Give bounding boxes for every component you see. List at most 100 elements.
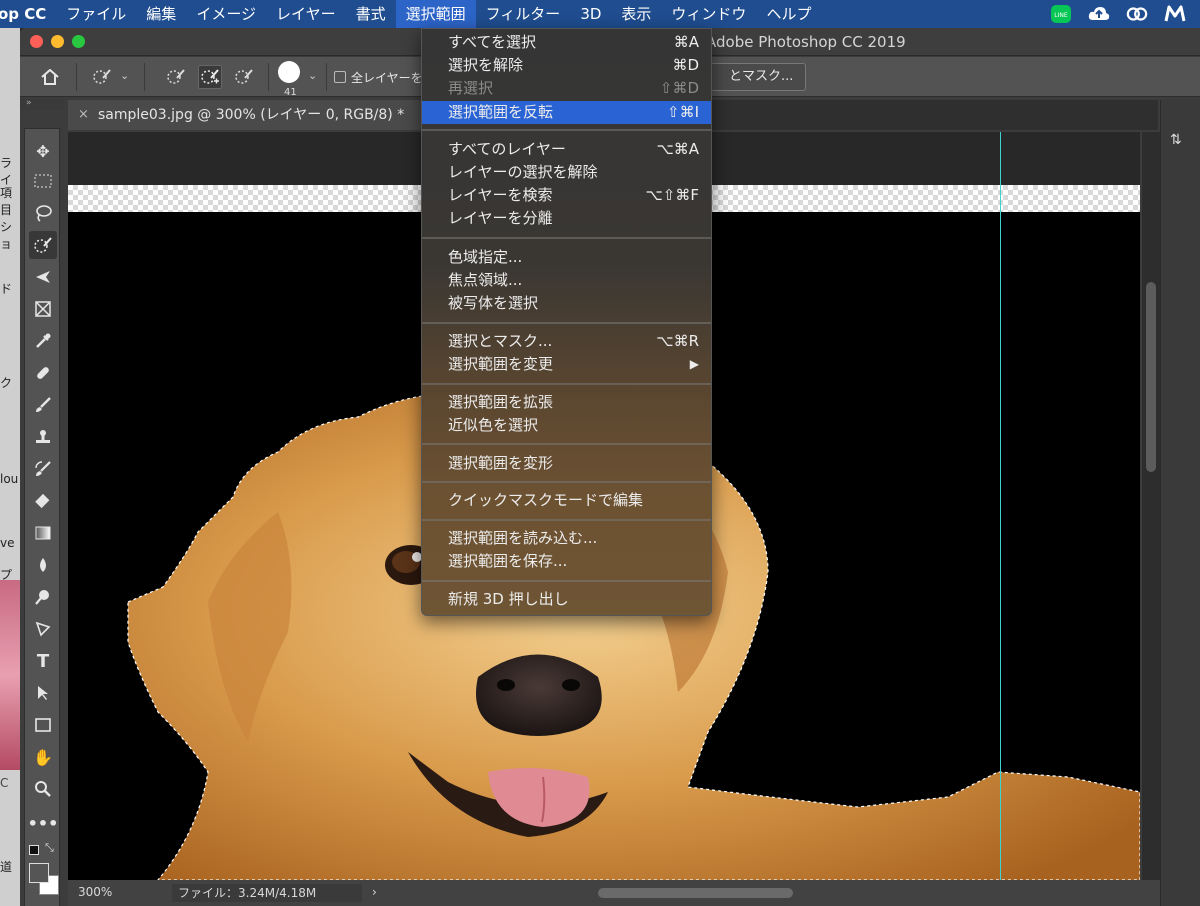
gradient-tool-icon[interactable] — [29, 519, 57, 547]
menu-view[interactable]: 表示 — [611, 0, 661, 28]
menu-select[interactable]: 選択範囲 — [395, 0, 476, 28]
submenu-arrow-icon: ▶ — [689, 357, 699, 371]
app-name[interactable]: op CC — [0, 5, 56, 23]
desktop-fragment: ライ — [0, 156, 13, 187]
menu-item-label: 選択範囲を反転 — [448, 103, 554, 121]
menu-item-all-layers[interactable]: すべてのレイヤー ⌥⌘A — [422, 138, 711, 161]
pen-tool-icon[interactable] — [29, 615, 57, 643]
menu-item-inverse[interactable]: 選択範囲を反転 ⇧⌘I — [422, 101, 711, 124]
menu-item-grow[interactable]: 選択範囲を拡張 — [422, 391, 711, 414]
menu-item-label: クイックマスクモードで編集 — [448, 491, 644, 509]
crop-tool-icon[interactable] — [29, 263, 57, 291]
menu-item-label: すべてを選択 — [448, 33, 537, 51]
menu-item-save-selection[interactable]: 選択範囲を保存... — [422, 550, 711, 573]
guide-line[interactable] — [1000, 132, 1001, 880]
healing-brush-tool-icon[interactable] — [29, 359, 57, 387]
minimize-window-button[interactable] — [51, 35, 64, 48]
sample-all-layers-checkbox[interactable] — [334, 71, 346, 83]
window-title: Adobe Photoshop CC 2019 — [706, 33, 906, 51]
desktop-fragment: 道 — [0, 860, 13, 874]
menu-item-deselect-layers[interactable]: レイヤーの選択を解除 — [422, 161, 711, 184]
lasso-tool-icon[interactable] — [29, 199, 57, 227]
chevron-down-icon[interactable]: ⌄ — [120, 69, 129, 82]
status-arrow-icon[interactable]: › — [372, 885, 377, 899]
m-app-icon[interactable] — [1164, 4, 1186, 24]
history-brush-tool-icon[interactable] — [29, 455, 57, 483]
menu-filter[interactable]: フィルター — [476, 0, 571, 28]
clone-stamp-tool-icon[interactable] — [29, 423, 57, 451]
menu-edit[interactable]: 編集 — [136, 0, 186, 28]
close-window-button[interactable] — [30, 35, 43, 48]
right-panel-dock: ⇅ — [1160, 100, 1200, 906]
menu-layer[interactable]: レイヤー — [266, 0, 346, 28]
menu-type[interactable]: 書式 — [346, 0, 396, 28]
chevron-down-icon[interactable]: ⌄ — [308, 69, 317, 82]
dodge-tool-icon[interactable] — [29, 583, 57, 611]
select-menu-dropdown: すべてを選択 ⌘A 選択を解除 ⌘D 再選択 ⇧⌘D 選択範囲を反転 ⇧⌘I すべてのレ… — [421, 28, 712, 616]
menu-separator — [422, 237, 711, 239]
menu-item-transform-selection[interactable]: 選択範囲を変形 — [422, 452, 711, 475]
menu-item-color-range[interactable]: 色域指定... — [422, 246, 711, 269]
vertical-scrollbar-thumb[interactable] — [1146, 282, 1156, 472]
more-tools-icon[interactable]: ••• — [28, 809, 59, 837]
history-panel-icon[interactable]: ⇅ — [1170, 132, 1192, 154]
move-tool-icon[interactable]: ✥ — [29, 137, 57, 165]
menu-item-label: 選択を解除 — [448, 56, 524, 74]
menu-item-new-3d-extrusion[interactable]: 新規 3D 押し出し — [422, 588, 711, 611]
menu-item-similar[interactable]: 近似色を選択 — [422, 414, 711, 437]
menu-item-label: 新規 3D 押し出し — [448, 590, 569, 608]
add-to-selection-icon[interactable] — [198, 65, 222, 89]
new-selection-icon[interactable] — [164, 65, 188, 89]
menu-help[interactable]: ヘルプ — [756, 0, 821, 28]
menu-item-load-selection[interactable]: 選択範囲を読み込む... — [422, 527, 711, 550]
menu-3d[interactable]: 3D — [570, 0, 611, 28]
desktop-fragment: C — [0, 776, 9, 790]
path-selection-tool-icon[interactable] — [29, 679, 57, 707]
eyedropper-tool-icon[interactable] — [29, 327, 57, 355]
swap-colors-icon[interactable]: ⤡ — [45, 841, 54, 855]
blur-tool-icon[interactable] — [29, 551, 57, 579]
horizontal-scrollbar-thumb[interactable] — [598, 888, 793, 898]
home-icon[interactable] — [38, 65, 62, 89]
desktop-fragment: lou — [0, 472, 19, 486]
zoom-tool-icon[interactable] — [29, 775, 57, 803]
select-and-mask-button[interactable]: とマスク... — [710, 63, 806, 91]
menu-file[interactable]: ファイル — [56, 0, 136, 28]
line-icon[interactable]: LINE — [1050, 4, 1072, 24]
zoom-window-button[interactable] — [72, 35, 85, 48]
cloud-upload-icon[interactable] — [1088, 4, 1110, 24]
menu-item-isolate-layers[interactable]: レイヤーを分離 — [422, 207, 711, 230]
desktop-fragment: ク — [0, 376, 13, 390]
menu-item-quick-mask[interactable]: クイックマスクモードで編集 — [422, 489, 711, 512]
menu-item-deselect[interactable]: 選択を解除 ⌘D — [422, 54, 711, 77]
menu-item-select-and-mask[interactable]: 選択とマスク... ⌥⌘R — [422, 330, 711, 353]
frame-tool-icon[interactable] — [29, 295, 57, 323]
creative-cloud-icon[interactable] — [1126, 4, 1148, 24]
subtract-from-selection-icon[interactable] — [232, 65, 256, 89]
eraser-tool-icon[interactable] — [29, 487, 57, 515]
quick-selection-preset-icon[interactable] — [90, 65, 114, 89]
menu-item-subject[interactable]: 被写体を選択 — [422, 292, 711, 315]
menu-item-label: 色域指定... — [448, 248, 523, 266]
zoom-level[interactable]: 300% — [78, 885, 148, 899]
menu-window[interactable]: ウィンドウ — [661, 0, 756, 28]
vertical-scrollbar[interactable] — [1142, 132, 1160, 880]
menu-image[interactable]: イメージ — [186, 0, 266, 28]
menu-item-label: 選択範囲を拡張 — [448, 393, 554, 411]
marquee-tool-icon[interactable] — [29, 167, 57, 195]
menu-separator — [422, 443, 711, 445]
foreground-color-swatch[interactable] — [29, 863, 49, 883]
hand-tool-icon[interactable]: ✋ — [29, 743, 57, 771]
panel-collapse-icon[interactable]: » — [20, 98, 64, 110]
quick-selection-tool-icon[interactable] — [29, 231, 57, 259]
menu-item-find-layers[interactable]: レイヤーを検索 ⌥⇧⌘F — [422, 184, 711, 207]
menu-item-focus-area[interactable]: 焦点領域... — [422, 269, 711, 292]
brush-preview-icon[interactable] — [278, 61, 300, 83]
type-tool-icon[interactable]: T — [29, 647, 57, 675]
close-tab-icon[interactable]: × — [78, 100, 89, 130]
brush-tool-icon[interactable] — [29, 391, 57, 419]
rectangle-tool-icon[interactable] — [29, 711, 57, 739]
default-colors-icon[interactable] — [29, 845, 39, 855]
menu-item-modify[interactable]: 選択範囲を変更 ▶ — [422, 353, 711, 376]
menu-item-select-all[interactable]: すべてを選択 ⌘A — [422, 31, 711, 54]
